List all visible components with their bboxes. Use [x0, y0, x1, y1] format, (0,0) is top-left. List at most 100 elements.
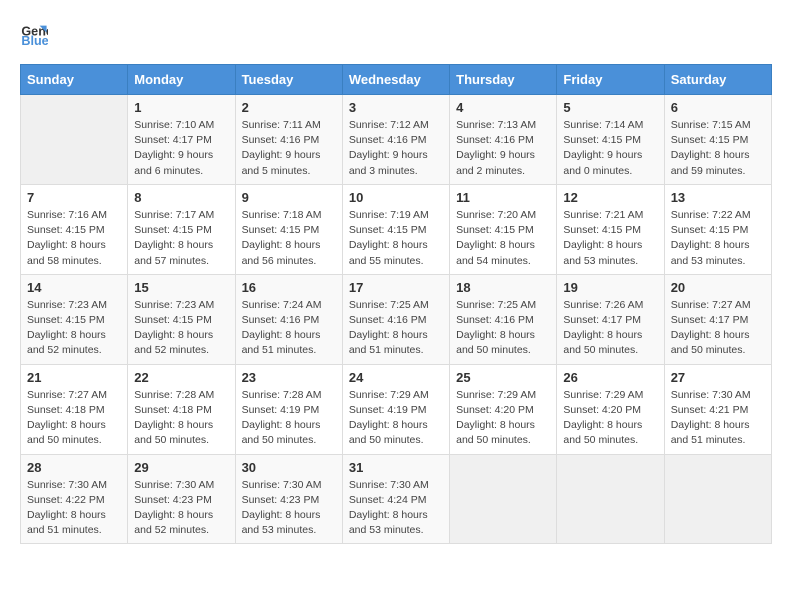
- calendar-week-3: 14 Sunrise: 7:23 AM Sunset: 4:15 PM Dayli…: [21, 274, 772, 364]
- calendar-cell: 14 Sunrise: 7:23 AM Sunset: 4:15 PM Dayli…: [21, 274, 128, 364]
- day-info: Sunrise: 7:10 AM Sunset: 4:17 PM Dayligh…: [134, 118, 228, 179]
- day-info: Sunrise: 7:27 AM Sunset: 4:18 PM Dayligh…: [27, 388, 121, 449]
- calendar-header-monday: Monday: [128, 65, 235, 95]
- day-info: Sunrise: 7:30 AM Sunset: 4:23 PM Dayligh…: [134, 478, 228, 539]
- calendar-cell: [450, 454, 557, 544]
- calendar-cell: 28 Sunrise: 7:30 AM Sunset: 4:22 PM Dayli…: [21, 454, 128, 544]
- day-info: Sunrise: 7:30 AM Sunset: 4:24 PM Dayligh…: [349, 478, 443, 539]
- calendar-cell: 24Sunrise: 7:29 AM Sunset: 4:19 PM Dayli…: [342, 364, 449, 454]
- day-number: 14: [27, 280, 121, 295]
- calendar-cell: 20Sunrise: 7:27 AM Sunset: 4:17 PM Dayli…: [664, 274, 771, 364]
- calendar-cell: 21 Sunrise: 7:27 AM Sunset: 4:18 PM Dayli…: [21, 364, 128, 454]
- day-number: 7: [27, 190, 121, 205]
- calendar-cell: 5 Sunrise: 7:14 AM Sunset: 4:15 PM Daylig…: [557, 95, 664, 185]
- day-info: Sunrise: 7:24 AM Sunset: 4:16 PM Dayligh…: [242, 298, 336, 359]
- calendar-week-4: 21 Sunrise: 7:27 AM Sunset: 4:18 PM Dayli…: [21, 364, 772, 454]
- calendar-header-thursday: Thursday: [450, 65, 557, 95]
- day-number: 9: [242, 190, 336, 205]
- day-info: Sunrise: 7:19 AM Sunset: 4:15 PM Dayligh…: [349, 208, 443, 269]
- day-number: 2: [242, 100, 336, 115]
- day-number: 27: [671, 370, 765, 385]
- day-info: Sunrise: 7:26 AM Sunset: 4:17 PM Dayligh…: [563, 298, 657, 359]
- calendar-cell: 31 Sunrise: 7:30 AM Sunset: 4:24 PM Dayli…: [342, 454, 449, 544]
- day-number: 6: [671, 100, 765, 115]
- day-number: 16: [242, 280, 336, 295]
- day-info: Sunrise: 7:23 AM Sunset: 4:15 PM Dayligh…: [27, 298, 121, 359]
- day-number: 31: [349, 460, 443, 475]
- day-number: 20: [671, 280, 765, 295]
- day-info: Sunrise: 7:21 AM Sunset: 4:15 PM Dayligh…: [563, 208, 657, 269]
- day-info: Sunrise: 7:11 AM Sunset: 4:16 PM Dayligh…: [242, 118, 336, 179]
- calendar-header-tuesday: Tuesday: [235, 65, 342, 95]
- day-info: Sunrise: 7:30 AM Sunset: 4:22 PM Dayligh…: [27, 478, 121, 539]
- day-info: Sunrise: 7:12 AM Sunset: 4:16 PM Dayligh…: [349, 118, 443, 179]
- calendar-cell: 3 Sunrise: 7:12 AM Sunset: 4:16 PM Daylig…: [342, 95, 449, 185]
- calendar-cell: 9 Sunrise: 7:18 AM Sunset: 4:15 PM Daylig…: [235, 184, 342, 274]
- day-info: Sunrise: 7:29 AM Sunset: 4:20 PM Dayligh…: [456, 388, 550, 449]
- day-number: 15: [134, 280, 228, 295]
- day-number: 17: [349, 280, 443, 295]
- day-info: Sunrise: 7:18 AM Sunset: 4:15 PM Dayligh…: [242, 208, 336, 269]
- day-info: Sunrise: 7:29 AM Sunset: 4:19 PM Dayligh…: [349, 388, 443, 449]
- day-number: 30: [242, 460, 336, 475]
- day-number: 26: [563, 370, 657, 385]
- calendar-cell: 18 Sunrise: 7:25 AM Sunset: 4:16 PM Dayli…: [450, 274, 557, 364]
- calendar-cell: 15 Sunrise: 7:23 AM Sunset: 4:15 PM Dayli…: [128, 274, 235, 364]
- day-number: 1: [134, 100, 228, 115]
- calendar-cell: 25 Sunrise: 7:29 AM Sunset: 4:20 PM Dayli…: [450, 364, 557, 454]
- calendar-cell: [557, 454, 664, 544]
- day-number: 12: [563, 190, 657, 205]
- day-number: 29: [134, 460, 228, 475]
- calendar-cell: 16 Sunrise: 7:24 AM Sunset: 4:16 PM Dayli…: [235, 274, 342, 364]
- page-header: General Blue: [20, 20, 772, 48]
- calendar-cell: 19 Sunrise: 7:26 AM Sunset: 4:17 PM Dayli…: [557, 274, 664, 364]
- day-number: 8: [134, 190, 228, 205]
- day-number: 3: [349, 100, 443, 115]
- calendar-cell: 11Sunrise: 7:20 AM Sunset: 4:15 PM Dayli…: [450, 184, 557, 274]
- calendar-cell: 8 Sunrise: 7:17 AM Sunset: 4:15 PM Daylig…: [128, 184, 235, 274]
- day-info: Sunrise: 7:14 AM Sunset: 4:15 PM Dayligh…: [563, 118, 657, 179]
- calendar-cell: 12 Sunrise: 7:21 AM Sunset: 4:15 PM Dayli…: [557, 184, 664, 274]
- day-info: Sunrise: 7:30 AM Sunset: 4:21 PM Dayligh…: [671, 388, 765, 449]
- day-number: 18: [456, 280, 550, 295]
- day-info: Sunrise: 7:25 AM Sunset: 4:16 PM Dayligh…: [349, 298, 443, 359]
- day-number: 25: [456, 370, 550, 385]
- calendar-cell: 2 Sunrise: 7:11 AM Sunset: 4:16 PM Daylig…: [235, 95, 342, 185]
- day-number: 21: [27, 370, 121, 385]
- day-info: Sunrise: 7:22 AM Sunset: 4:15 PM Dayligh…: [671, 208, 765, 269]
- day-info: Sunrise: 7:29 AM Sunset: 4:20 PM Dayligh…: [563, 388, 657, 449]
- day-number: 5: [563, 100, 657, 115]
- day-number: 22: [134, 370, 228, 385]
- calendar-header-row: SundayMondayTuesdayWednesdayThursdayFrid…: [21, 65, 772, 95]
- calendar-cell: 23 Sunrise: 7:28 AM Sunset: 4:19 PM Dayli…: [235, 364, 342, 454]
- calendar-cell: 27 Sunrise: 7:30 AM Sunset: 4:21 PM Dayli…: [664, 364, 771, 454]
- calendar-cell: 10Sunrise: 7:19 AM Sunset: 4:15 PM Dayli…: [342, 184, 449, 274]
- calendar-header-wednesday: Wednesday: [342, 65, 449, 95]
- logo: General Blue: [20, 20, 52, 48]
- day-number: 28: [27, 460, 121, 475]
- calendar-week-2: 7Sunrise: 7:16 AM Sunset: 4:15 PM Daylig…: [21, 184, 772, 274]
- calendar-cell: 13Sunrise: 7:22 AM Sunset: 4:15 PM Dayli…: [664, 184, 771, 274]
- day-info: Sunrise: 7:25 AM Sunset: 4:16 PM Dayligh…: [456, 298, 550, 359]
- calendar-cell: [664, 454, 771, 544]
- calendar-week-5: 28 Sunrise: 7:30 AM Sunset: 4:22 PM Dayli…: [21, 454, 772, 544]
- calendar-body: 1 Sunrise: 7:10 AM Sunset: 4:17 PM Daylig…: [21, 95, 772, 544]
- calendar-cell: 6 Sunrise: 7:15 AM Sunset: 4:15 PM Daylig…: [664, 95, 771, 185]
- day-number: 23: [242, 370, 336, 385]
- day-info: Sunrise: 7:28 AM Sunset: 4:19 PM Dayligh…: [242, 388, 336, 449]
- calendar-cell: 22 Sunrise: 7:28 AM Sunset: 4:18 PM Dayli…: [128, 364, 235, 454]
- calendar-header-saturday: Saturday: [664, 65, 771, 95]
- day-number: 4: [456, 100, 550, 115]
- calendar-cell: 4Sunrise: 7:13 AM Sunset: 4:16 PM Daylig…: [450, 95, 557, 185]
- calendar-cell: 1 Sunrise: 7:10 AM Sunset: 4:17 PM Daylig…: [128, 95, 235, 185]
- day-number: 19: [563, 280, 657, 295]
- calendar-table: SundayMondayTuesdayWednesdayThursdayFrid…: [20, 64, 772, 544]
- calendar-cell: 30 Sunrise: 7:30 AM Sunset: 4:23 PM Dayli…: [235, 454, 342, 544]
- day-info: Sunrise: 7:23 AM Sunset: 4:15 PM Dayligh…: [134, 298, 228, 359]
- day-info: Sunrise: 7:30 AM Sunset: 4:23 PM Dayligh…: [242, 478, 336, 539]
- day-info: Sunrise: 7:28 AM Sunset: 4:18 PM Dayligh…: [134, 388, 228, 449]
- day-info: Sunrise: 7:15 AM Sunset: 4:15 PM Dayligh…: [671, 118, 765, 179]
- calendar-header-sunday: Sunday: [21, 65, 128, 95]
- day-info: Sunrise: 7:17 AM Sunset: 4:15 PM Dayligh…: [134, 208, 228, 269]
- calendar-cell: 26 Sunrise: 7:29 AM Sunset: 4:20 PM Dayli…: [557, 364, 664, 454]
